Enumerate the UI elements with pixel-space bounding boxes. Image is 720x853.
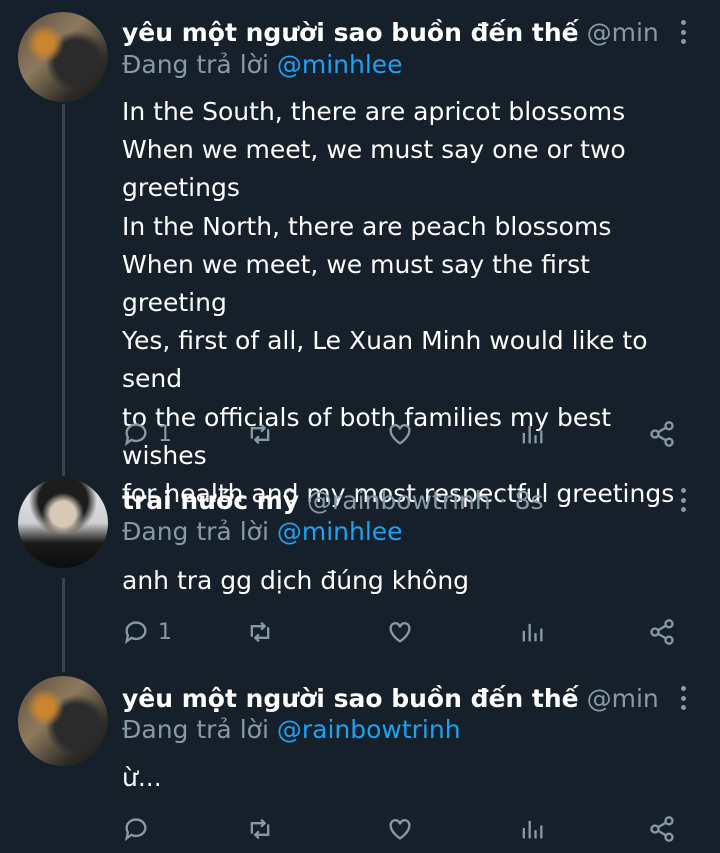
like-button[interactable] <box>386 813 414 845</box>
more-icon[interactable] <box>680 686 686 710</box>
heart-icon <box>389 819 411 840</box>
share-button[interactable] <box>648 418 676 450</box>
share-button[interactable] <box>648 813 676 845</box>
tweet[interactable]: yêu một người sao buồn đến thế @minhlee … <box>0 0 720 508</box>
reply-button[interactable]: 1 <box>122 616 172 648</box>
tweet[interactable]: trai nước mỹ @rainbowtrinh · 8s Đang trả… <box>0 470 720 670</box>
analytics-icon <box>522 623 543 642</box>
replying-to: Đang trả lời @minhlee <box>122 517 403 546</box>
retweet-icon <box>250 423 270 445</box>
replying-to: Đang trả lời @rainbowtrinh <box>122 715 461 744</box>
heart-icon <box>389 622 411 643</box>
tweet-text: ừ... <box>122 763 162 792</box>
analytics-icon <box>522 820 543 839</box>
reply-icon <box>124 818 147 842</box>
retweet-icon <box>250 621 270 643</box>
tweet-text: anh tra gg dịch đúng không <box>122 566 470 595</box>
replying-to-label: Đang trả lời <box>122 715 269 744</box>
tweet-header: trai nước mỹ @rainbowtrinh · 8s <box>122 486 660 515</box>
share-icon <box>650 619 674 645</box>
reply-button[interactable] <box>122 813 150 845</box>
action-bar: 1 <box>122 616 680 648</box>
more-icon[interactable] <box>680 20 686 44</box>
mention-link[interactable]: @rainbowtrinh <box>277 715 461 744</box>
analytics-button[interactable] <box>518 418 546 450</box>
retweet-button[interactable] <box>246 616 274 648</box>
reply-icon <box>124 621 147 645</box>
tweet-header: yêu một người sao buồn đến thế @minhlee … <box>122 18 660 47</box>
user-handle[interactable]: @minhlee ·... <box>587 18 660 47</box>
avatar[interactable] <box>18 12 108 102</box>
more-icon[interactable] <box>680 488 686 512</box>
analytics-button[interactable] <box>518 616 546 648</box>
share-icon <box>650 421 674 447</box>
tweet-text: In the South, there are apricot blossoms… <box>122 97 675 509</box>
reply-button[interactable]: 1 <box>122 418 172 450</box>
action-bar <box>122 813 680 845</box>
tweet-header: yêu một người sao buồn đến thế @minhlee … <box>122 684 660 713</box>
analytics-button[interactable] <box>518 813 546 845</box>
replying-to: Đang trả lời @minhlee <box>122 50 403 79</box>
like-button[interactable] <box>386 616 414 648</box>
analytics-icon <box>522 425 543 444</box>
user-handle[interactable]: @rainbowtrinh · 8s <box>307 486 544 515</box>
display-name[interactable]: yêu một người sao buồn đến thế <box>122 18 579 47</box>
share-icon <box>650 816 674 842</box>
avatar[interactable] <box>18 478 108 568</box>
avatar[interactable] <box>18 676 108 766</box>
replying-to-label: Đang trả lời <box>122 517 269 546</box>
mention-link[interactable]: @minhlee <box>277 517 403 546</box>
heart-icon <box>389 424 411 445</box>
reply-count: 1 <box>158 421 172 447</box>
retweet-button[interactable] <box>246 813 274 845</box>
tweet[interactable]: yêu một người sao buồn đến thế @minhlee … <box>0 670 720 853</box>
action-bar: 1 <box>122 418 680 450</box>
retweet-button[interactable] <box>246 418 274 450</box>
replying-to-label: Đang trả lời <box>122 50 269 79</box>
share-button[interactable] <box>648 616 676 648</box>
user-handle[interactable]: @minhlee ·... <box>587 684 660 713</box>
reply-icon <box>124 423 147 447</box>
retweet-icon <box>250 818 270 840</box>
display-name[interactable]: yêu một người sao buồn đến thế <box>122 684 579 713</box>
like-button[interactable] <box>386 418 414 450</box>
reply-count: 1 <box>158 619 172 645</box>
display-name[interactable]: trai nước mỹ <box>122 486 299 515</box>
mention-link[interactable]: @minhlee <box>277 50 403 79</box>
